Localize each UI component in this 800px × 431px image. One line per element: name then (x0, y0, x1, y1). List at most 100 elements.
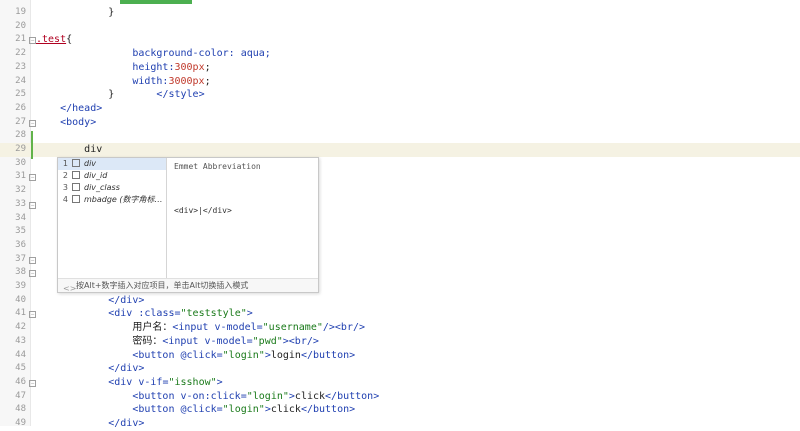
code-line[interactable]: 40 </div> (0, 294, 800, 308)
code-token: 300px (174, 61, 205, 73)
code-token: <body> (60, 116, 97, 128)
code-line[interactable]: 19 } (0, 6, 800, 20)
fold-toggle-icon[interactable]: − (29, 37, 36, 45)
code-text: <button @click= "login" > click </button> (36, 403, 355, 417)
code-token: "login" (222, 404, 265, 416)
code-token: background-color: aqua; (132, 48, 271, 60)
code-token: </div> (108, 363, 145, 375)
code-line[interactable]: 46− <div v-if= "isshow" > (0, 376, 800, 390)
code-line[interactable]: 48 <button @click= "login" > click </button> (0, 403, 800, 417)
code-token: <div (108, 308, 139, 320)
fold-toggle-icon[interactable]: − (29, 311, 36, 319)
code-token: .test (36, 34, 67, 46)
code-token: v-on:click= (180, 390, 247, 402)
snippet-icon (72, 159, 80, 167)
line-number: 42 (15, 322, 26, 333)
line-number: 35 (15, 226, 26, 237)
code-token: v-model= (204, 335, 253, 347)
code-text: 密码： <input v-model= "pwd" ><br/> (36, 335, 319, 349)
code-line[interactable]: 49 </div> (0, 417, 800, 431)
line-number: 33 (15, 198, 26, 209)
code-line[interactable]: 29 div (0, 143, 800, 157)
code-line[interactable]: 25 } </style> (0, 88, 800, 102)
code-token: </button> (300, 404, 356, 416)
snippet-icon (72, 195, 80, 203)
code-token: "login" (222, 349, 265, 361)
fold-toggle-icon[interactable]: − (29, 256, 36, 264)
code-token: <div (108, 376, 139, 388)
line-number: 45 (15, 363, 26, 374)
code-token: <button (132, 349, 181, 361)
code-token: 密码： (132, 335, 163, 347)
code-line[interactable]: 41− <div :class= "teststyle" > (0, 307, 800, 321)
line-number: 34 (15, 212, 26, 223)
line-number: 23 (15, 61, 26, 72)
code-line[interactable]: 47 <button v-on:click= "login" > click </but… (0, 390, 800, 404)
code-token: width: (132, 75, 169, 87)
autocomplete-item-div-id[interactable]: 2 div_id (58, 170, 166, 182)
item-label: mbadge (数字角标… (84, 195, 163, 204)
code-token: </div> (108, 418, 145, 429)
autocomplete-item-div[interactable]: 1 div (58, 158, 166, 170)
line-number: 31 (15, 171, 26, 182)
code-line[interactable]: 21− .test{ (0, 33, 800, 47)
line-number: 49 (15, 418, 26, 428)
code-line[interactable]: 27− <body> (0, 116, 800, 130)
code-text: } </style> (36, 88, 204, 102)
code-token: </head> (60, 102, 103, 114)
snippet-icon (72, 183, 80, 191)
code-line[interactable]: 23 height: 300px; (0, 61, 800, 75)
code-text: <body> (36, 116, 96, 130)
code-line[interactable]: 24 width: 3000px; (0, 75, 800, 89)
code-line[interactable]: 42 用户名： <input v-model= "username"/><br/> (0, 321, 800, 335)
line-number: 20 (15, 20, 26, 31)
fold-toggle-icon[interactable]: − (29, 119, 36, 127)
code-text: <div :class= "teststyle" > (36, 307, 253, 321)
line-number: 26 (15, 102, 26, 113)
active-tab-indicator[interactable] (120, 0, 192, 4)
code-line[interactable]: 26 </head> (0, 102, 800, 116)
code-line[interactable]: 20 (0, 20, 800, 34)
code-line[interactable]: 22 background-color: aqua; (0, 47, 800, 61)
footer-hint: 按Alt+数字插入对应项目，单击Alt切换插入模式 (76, 281, 249, 290)
line-number: 19 (15, 7, 26, 17)
autocomplete-item-mbadge[interactable]: 4 mbadge (数字角标… (58, 194, 166, 206)
detail-title: Emmet Abbreviation (174, 162, 261, 171)
code-line[interactable]: 43 密码： <input v-model= "pwd" ><br/> (0, 335, 800, 349)
line-number: 30 (15, 157, 26, 168)
fold-toggle-icon[interactable]: − (29, 379, 36, 387)
code-text: </div> (36, 294, 144, 308)
code-text: 用户名： <input v-model= "username"/><br/> (36, 321, 365, 335)
code-token: "teststyle" (180, 308, 247, 320)
code-token: </div> (108, 294, 145, 306)
code-line[interactable]: 45 </div> (0, 362, 800, 376)
line-number: 25 (15, 89, 26, 100)
code-line[interactable]: 28 (0, 129, 800, 143)
code-token: <input (162, 335, 205, 347)
code-token: 用户名： (132, 322, 173, 334)
fold-toggle-icon[interactable]: − (29, 270, 36, 278)
code-token: </button> (325, 390, 380, 402)
code-text: background-color: aqua; (36, 47, 271, 61)
code-token: :class= (138, 308, 181, 320)
code-line[interactable]: 44 <button @click= "login" > login </button> (0, 349, 800, 363)
autocomplete-item-div-class[interactable]: 3 div_class (58, 182, 166, 194)
fold-toggle-icon[interactable]: − (29, 174, 36, 182)
fold-toggle-icon[interactable]: − (29, 201, 36, 209)
line-number: 41 (15, 308, 26, 319)
code-token: @click= (180, 349, 223, 361)
code-token: 3000px (168, 75, 205, 87)
code-text: } (36, 6, 114, 20)
code-token: ; (204, 75, 211, 87)
autocomplete-popup: 1 div 2 div_id 3 div_class 4 mbadge (数字角标… E… (57, 157, 319, 293)
